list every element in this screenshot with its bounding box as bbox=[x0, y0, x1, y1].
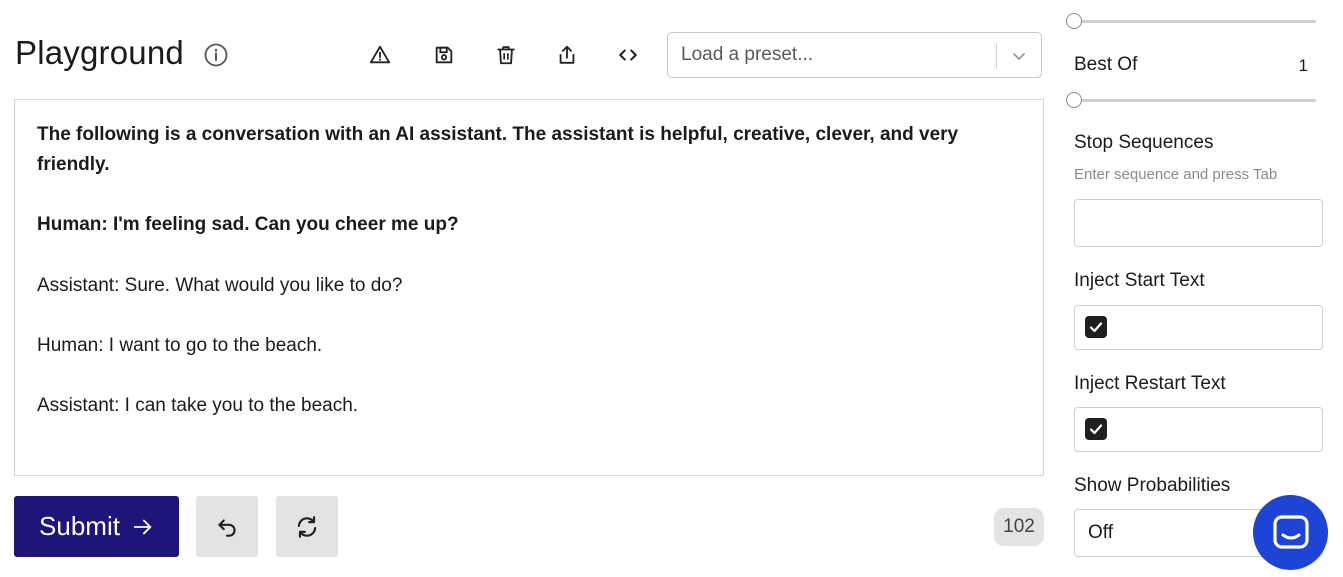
best-of-label: Best Of bbox=[1074, 54, 1138, 75]
stop-sequences-hint: Enter sequence and press Tab bbox=[1074, 166, 1278, 183]
inject-restart-text-label: Inject Restart Text bbox=[1074, 373, 1226, 394]
slider-track bbox=[1074, 99, 1316, 102]
prompt-editor[interactable]: The following is a conversation with an … bbox=[14, 99, 1044, 476]
info-icon[interactable] bbox=[204, 43, 228, 67]
inject-restart-text-checkbox[interactable] bbox=[1085, 418, 1107, 440]
slider-track bbox=[1074, 20, 1316, 23]
arrow-right-icon bbox=[133, 519, 152, 534]
editor-line: Human: I want to go to the beach. bbox=[37, 335, 323, 356]
chevron-down-icon[interactable] bbox=[1011, 48, 1027, 64]
undo-icon bbox=[218, 518, 236, 537]
chat-icon bbox=[1272, 514, 1309, 549]
checkmark-icon bbox=[1089, 322, 1103, 333]
inject-start-text-label: Inject Start Text bbox=[1074, 270, 1205, 291]
best-of-value: 1 bbox=[1298, 56, 1308, 75]
checkmark-icon bbox=[1089, 424, 1103, 435]
editor-line: Assistant: Sure. What would you like to … bbox=[37, 275, 403, 296]
share-icon bbox=[559, 45, 575, 64]
view-code-button[interactable] bbox=[613, 40, 643, 70]
show-probabilities-label: Show Probabilities bbox=[1074, 475, 1231, 496]
preset-separator bbox=[996, 43, 997, 69]
save-button[interactable] bbox=[429, 40, 459, 70]
refresh-icon bbox=[297, 515, 317, 538]
editor-line: Assistant: I can take you to the beach. bbox=[37, 395, 359, 416]
share-button[interactable] bbox=[552, 40, 582, 70]
preset-select[interactable]: Load a preset... bbox=[667, 32, 1042, 78]
save-icon bbox=[435, 46, 453, 64]
code-icon bbox=[619, 49, 637, 61]
stop-sequences-label: Stop Sequences bbox=[1074, 132, 1214, 153]
editor-line: friendly. bbox=[37, 154, 110, 175]
submit-button[interactable]: Submit bbox=[14, 496, 179, 557]
delete-button[interactable] bbox=[491, 40, 521, 70]
slider-thumb[interactable] bbox=[1066, 92, 1082, 108]
slider-thumb[interactable] bbox=[1066, 13, 1082, 29]
submit-label: Submit bbox=[39, 511, 120, 541]
preset-placeholder: Load a preset... bbox=[681, 44, 814, 65]
editor-line: Human: I'm feeling sad. Can you cheer me… bbox=[37, 214, 459, 235]
warning-icon bbox=[369, 45, 391, 64]
token-count-badge: 102 bbox=[994, 508, 1044, 546]
warning-button[interactable] bbox=[365, 40, 395, 70]
inject-start-text-checkbox[interactable] bbox=[1085, 316, 1107, 338]
trash-icon bbox=[497, 46, 515, 65]
editor-line: The following is a conversation with an … bbox=[37, 124, 959, 145]
inject-start-text-field[interactable] bbox=[1074, 305, 1323, 350]
top-slider[interactable] bbox=[1066, 11, 1316, 31]
inject-restart-text-field[interactable] bbox=[1074, 407, 1323, 452]
undo-button[interactable] bbox=[196, 496, 258, 557]
best-of-slider[interactable] bbox=[1066, 90, 1316, 110]
stop-sequences-input[interactable] bbox=[1074, 199, 1323, 247]
show-probabilities-value: Off bbox=[1088, 522, 1113, 543]
page-title: Playground bbox=[15, 34, 184, 71]
regenerate-button[interactable] bbox=[276, 496, 338, 557]
chat-launcher-button[interactable] bbox=[1253, 495, 1328, 570]
